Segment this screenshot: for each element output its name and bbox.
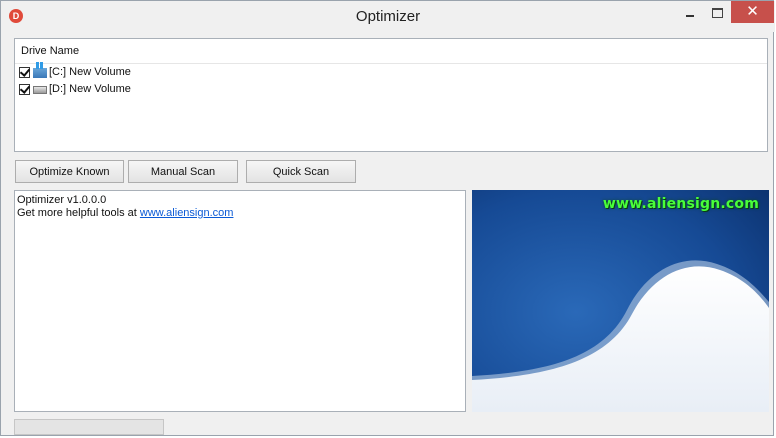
promo-text: Get more helpful tools at (17, 207, 140, 219)
drive-c-label: [C:] New Volume (49, 66, 131, 78)
drive-d-label: [D:] New Volume (49, 83, 131, 95)
quick-scan-button[interactable]: Quick Scan (246, 160, 356, 183)
drive-row-d[interactable]: [D:] New Volume (15, 81, 767, 98)
windows-drive-icon (33, 61, 47, 78)
optimize-known-button[interactable]: Optimize Known (15, 160, 124, 183)
optimizer-window: D Optimizer ✕ Drive Name [C:] New Volume… (0, 0, 775, 436)
drive-list[interactable]: Drive Name [C:] New Volume [D:] New Volu… (14, 38, 768, 152)
close-icon: ✕ (746, 3, 759, 20)
promo-line: Get more helpful tools at www.aliensign.… (17, 207, 463, 220)
title-bar[interactable]: D Optimizer ✕ (1, 1, 775, 32)
maximize-button[interactable] (703, 1, 731, 23)
close-button[interactable]: ✕ (731, 1, 774, 23)
status-progress-bar (14, 419, 164, 435)
window-title: Optimizer (355, 8, 421, 25)
hard-drive-icon (33, 85, 47, 94)
minimize-button[interactable] (677, 1, 703, 23)
maximize-icon (711, 7, 723, 18)
minimize-icon (686, 14, 694, 17)
drive-row-c[interactable]: [C:] New Volume (15, 61, 767, 81)
banner-image[interactable]: www.aliensign.com (472, 190, 769, 412)
banner-background (472, 190, 769, 412)
manual-scan-button[interactable]: Manual Scan (128, 160, 238, 183)
drive-c-checkbox[interactable] (19, 67, 30, 78)
aliensign-link[interactable]: www.aliensign.com (140, 207, 234, 219)
drive-d-checkbox[interactable] (19, 84, 30, 95)
drive-name-column-header[interactable]: Drive Name (15, 39, 767, 64)
version-text: Optimizer v1.0.0.0 (17, 194, 107, 206)
log-output[interactable]: Optimizer v1.0.0.0 Get more helpful tool… (14, 190, 466, 412)
banner-url-text: www.aliensign.com (602, 196, 759, 212)
